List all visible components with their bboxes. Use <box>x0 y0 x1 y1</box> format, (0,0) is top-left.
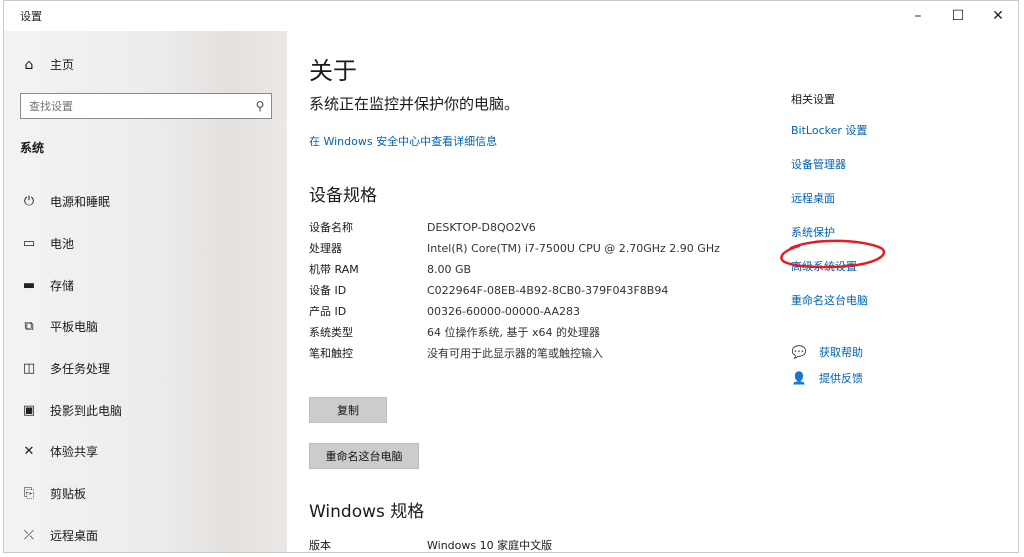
feedback-link[interactable]: 👤 提供反馈 <box>791 365 991 391</box>
tablet-icon: ⧉ <box>24 319 34 335</box>
bitlocker-settings-link[interactable]: BitLocker 设置 <box>791 122 991 156</box>
spec-row-pen-touch: 笔和触控 没有可用于此显示器的笔或触控输入 <box>309 345 729 362</box>
feedback-icon: 👤 <box>791 371 807 385</box>
sidebar-item-remote-desktop[interactable]: ⤫ 远程桌面 <box>20 515 270 553</box>
sidebar-item-label: 电源和睡眠 <box>50 195 111 210</box>
window-controls: – ☐ ✕ <box>898 1 1018 31</box>
rename-pc-button[interactable]: 重命名这台电脑 <box>309 443 419 469</box>
minimize-button[interactable]: – <box>898 1 938 31</box>
sidebar-item-multitasking[interactable]: ◫ 多任务处理 <box>20 348 270 390</box>
spec-value: 8.00 GB <box>427 263 472 276</box>
storage-icon: ▬ <box>22 277 36 293</box>
copy-button[interactable]: 复制 <box>309 397 387 423</box>
spec-row-device-id: 设备 ID C022964F-08EB-4B92-8CB0-379F043F8B… <box>309 282 729 299</box>
main-content: 关于 系统正在监控并保护你的电脑。 在 Windows 安全中心中查看详细信息 … <box>287 31 1018 552</box>
get-help-icon: 💬 <box>791 345 807 359</box>
sidebar-item-label: 剪贴板 <box>50 487 87 502</box>
multitasking-icon: ◫ <box>22 361 36 377</box>
page-title: 关于 <box>309 57 357 85</box>
sidebar-item-projecting[interactable]: ▣ 投影到此电脑 <box>20 389 270 431</box>
sidebar-item-label: 投影到此电脑 <box>50 403 123 418</box>
power-icon: ⏻ <box>23 194 35 210</box>
protection-status: 系统正在监控并保护你的电脑。 <box>309 95 520 113</box>
spec-row-processor: 处理器 Intel(R) Core(TM) i7-7500U CPU @ 2.7… <box>309 240 729 257</box>
sidebar-item-battery[interactable]: ▭ 电池 <box>20 223 270 265</box>
sidebar-item-label: 平板电脑 <box>50 320 99 335</box>
sidebar-home-label: 主页 <box>50 58 75 72</box>
sidebar: ⌂ 主页 ⚲ 系统 ⏻ 电源和睡眠 ▭ 电池 ▬ 存储 ⧉ 平板电脑 <box>4 31 287 553</box>
close-button[interactable]: ✕ <box>978 1 1018 31</box>
search-icon[interactable]: ⚲ <box>249 99 271 113</box>
sidebar-item-power[interactable]: ⏻ 电源和睡眠 <box>20 181 270 223</box>
system-protection-link[interactable]: 系统保护 <box>791 224 991 258</box>
sidebar-item-label: 体验共享 <box>50 445 99 460</box>
sidebar-item-label: 远程桌面 <box>50 528 99 543</box>
spec-key: 处理器 <box>309 242 342 255</box>
search-input[interactable] <box>21 94 249 118</box>
spec-row-ram: 机带 RAM 8.00 GB <box>309 261 729 278</box>
search-box[interactable]: ⚲ <box>20 93 272 119</box>
window-title: 设置 <box>20 10 42 23</box>
sidebar-item-shared-experiences[interactable]: ✕ 体验共享 <box>20 431 270 473</box>
home-icon: ⌂ <box>24 56 34 73</box>
help-section: 💬 获取帮助 👤 提供反馈 <box>791 339 991 391</box>
sidebar-item-label: 电池 <box>50 237 75 252</box>
spec-value: Intel(R) Core(TM) i7-7500U CPU @ 2.70GHz… <box>427 242 720 255</box>
rename-pc-link[interactable]: 重命名这台电脑 <box>791 292 991 326</box>
settings-window: 设置 – ☐ ✕ ⌂ 主页 ⚲ 系统 ⏻ 电源和睡眠 ▭ 电池 ▬ <box>3 0 1019 553</box>
spec-row-system-type: 系统类型 64 位操作系统, 基于 x64 的处理器 <box>309 324 729 341</box>
spec-key: 版本 <box>309 539 331 552</box>
spec-key: 系统类型 <box>309 326 353 339</box>
device-specs-heading: 设备规格 <box>309 186 377 206</box>
device-specs-table: 设备名称 DESKTOP-D8QO2V6 处理器 Intel(R) Core(T… <box>309 219 729 366</box>
remote-desktop-icon: ⤫ <box>23 527 35 543</box>
advanced-system-settings-link[interactable]: 高级系统设置 <box>791 258 991 292</box>
device-manager-link[interactable]: 设备管理器 <box>791 156 991 190</box>
remote-desktop-link[interactable]: 远程桌面 <box>791 190 991 224</box>
spec-value: DESKTOP-D8QO2V6 <box>427 221 536 234</box>
spec-key: 产品 ID <box>309 305 347 318</box>
sidebar-item-clipboard[interactable]: ⎘ 剪贴板 <box>20 473 270 515</box>
spec-row-product-id: 产品 ID 00326-60000-00000-AA283 <box>309 303 729 320</box>
sidebar-section-title: 系统 <box>20 141 45 155</box>
spec-key: 设备名称 <box>309 221 353 234</box>
spec-value: C022964F-08EB-4B92-8CB0-379F043F8B94 <box>427 284 669 297</box>
security-center-link[interactable]: 在 Windows 安全中心中查看详细信息 <box>309 133 497 149</box>
spec-value: 00326-60000-00000-AA283 <box>427 305 580 318</box>
related-settings-title: 相关设置 <box>791 93 835 106</box>
sidebar-item-label: 多任务处理 <box>50 362 111 377</box>
title-bar: 设置 – ☐ ✕ <box>4 1 1018 31</box>
sidebar-list: ⏻ 电源和睡眠 ▭ 电池 ▬ 存储 ⧉ 平板电脑 ◫ 多任务处理 ▣ 投影到此电… <box>20 181 270 553</box>
shared-experiences-icon: ✕ <box>23 444 35 460</box>
maximize-button[interactable]: ☐ <box>938 1 978 31</box>
get-help-label: 获取帮助 <box>819 346 863 359</box>
battery-icon: ▭ <box>22 236 36 252</box>
spec-row-edition: 版本 Windows 10 家庭中文版 <box>309 537 729 552</box>
feedback-label: 提供反馈 <box>819 372 863 385</box>
spec-row-device-name: 设备名称 DESKTOP-D8QO2V6 <box>309 219 729 236</box>
projecting-icon: ▣ <box>22 402 36 418</box>
spec-key: 笔和触控 <box>309 347 353 360</box>
spec-value: 64 位操作系统, 基于 x64 的处理器 <box>427 326 600 339</box>
get-help-link[interactable]: 💬 获取帮助 <box>791 339 991 365</box>
sidebar-home[interactable]: ⌂ 主页 <box>20 56 74 73</box>
sidebar-item-storage[interactable]: ▬ 存储 <box>20 264 270 306</box>
related-settings: 相关设置 BitLocker 设置 设备管理器 远程桌面 系统保护 高级系统设置… <box>791 91 991 326</box>
sidebar-item-tablet[interactable]: ⧉ 平板电脑 <box>20 306 270 348</box>
spec-key: 机带 RAM <box>309 263 359 276</box>
spec-key: 设备 ID <box>309 284 347 297</box>
sidebar-item-label: 存储 <box>50 278 75 293</box>
spec-value: Windows 10 家庭中文版 <box>427 539 553 552</box>
spec-value: 没有可用于此显示器的笔或触控输入 <box>427 347 603 360</box>
windows-specs-heading: Windows 规格 <box>309 502 425 522</box>
clipboard-icon: ⎘ <box>23 486 35 502</box>
